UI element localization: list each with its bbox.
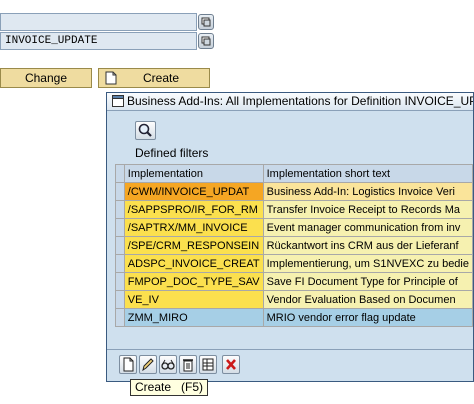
change-button-label: Change <box>24 71 68 85</box>
row-selector[interactable] <box>115 272 125 291</box>
value-help-icon[interactable] <box>198 14 214 30</box>
tooltip-text: Create (F5) <box>135 380 204 394</box>
row-selector[interactable] <box>115 182 125 201</box>
table-row[interactable]: FMPOP_DOC_TYPE_SAV Save FI Document Type… <box>115 272 474 291</box>
implementation-cell[interactable]: ZMM_MIRO <box>123 308 264 327</box>
implementations-table: Implementation Implementation short text… <box>115 164 474 327</box>
implementations-popup: Business Add-Ins: All Implementations fo… <box>106 92 474 382</box>
row-selector[interactable] <box>115 236 125 255</box>
short-text-cell[interactable]: Event manager communication from inv <box>262 218 474 237</box>
row-selector[interactable] <box>115 218 125 237</box>
implementation-cell[interactable]: FMPOP_DOC_TYPE_SAV <box>123 272 264 291</box>
short-text-cell[interactable]: Vendor Evaluation Based on Documen <box>262 290 474 309</box>
table-row[interactable]: /SAPTRX/MM_INVOICE Event manager communi… <box>115 218 474 237</box>
popup-title-bar: Business Add-Ins: All Implementations fo… <box>107 93 473 111</box>
implementation-cell[interactable]: /CWM/INVOICE_UPDAT <box>123 182 264 201</box>
first-input-field[interactable] <box>0 13 197 31</box>
column-header-short-text[interactable]: Implementation short text <box>262 164 474 183</box>
implementation-cell[interactable]: VE_IV <box>123 290 264 309</box>
popup-title: Business Add-Ins: All Implementations fo… <box>127 94 473 108</box>
row-selector[interactable] <box>115 308 125 327</box>
display-glasses-icon[interactable] <box>159 355 177 374</box>
implementation-cell[interactable]: /SPE/CRM_RESPONSEIN <box>123 236 264 255</box>
create-document-icon <box>105 71 117 90</box>
filter-magnifier-icon[interactable] <box>135 121 156 140</box>
short-text-cell[interactable]: Business Add-In: Logistics Invoice Veri <box>262 182 474 201</box>
create-tooltip: Create (F5) <box>130 379 209 396</box>
popup-toolbar <box>107 349 473 381</box>
layout-grid-icon[interactable] <box>199 355 217 374</box>
row-selector[interactable] <box>115 200 125 219</box>
row-selector[interactable] <box>115 290 125 309</box>
table-row[interactable]: /SPE/CRM_RESPONSEIN Rückantwort ins CRM … <box>115 236 474 255</box>
create-button[interactable]: Create <box>98 68 210 88</box>
short-text-cell[interactable]: Rückantwort ins CRM aus der Lieferanf <box>262 236 474 255</box>
row-selector[interactable] <box>115 254 125 273</box>
short-text-cell[interactable]: Save FI Document Type for Principle of <box>262 272 474 291</box>
table-row[interactable]: ZMM_MIRO MRIO vendor error flag update <box>115 308 474 327</box>
change-button[interactable]: Change <box>0 68 92 88</box>
table-row[interactable]: /SAPPSPRO/IR_FOR_RM Transfer Invoice Rec… <box>115 200 474 219</box>
column-header-implementation[interactable]: Implementation <box>123 164 264 183</box>
table-row[interactable]: VE_IV Vendor Evaluation Based on Documen <box>115 290 474 309</box>
delete-trash-icon[interactable] <box>179 355 197 374</box>
implementation-cell[interactable]: /SAPPSPRO/IR_FOR_RM <box>123 200 264 219</box>
table-row[interactable]: ADSPC_INVOICE_CREAT Implementierung, um … <box>115 254 474 273</box>
table-header-row: Implementation Implementation short text <box>115 164 474 183</box>
short-text-cell[interactable]: MRIO vendor error flag update <box>262 308 474 327</box>
value-help-icon[interactable] <box>198 33 214 49</box>
short-text-cell[interactable]: Transfer Invoice Receipt to Records Ma <box>262 200 474 219</box>
create-button-label: Create <box>142 71 180 85</box>
row-selector-header[interactable] <box>115 164 125 183</box>
create-document-icon[interactable] <box>119 355 137 374</box>
cancel-icon[interactable] <box>222 355 240 374</box>
implementation-cell[interactable]: /SAPTRX/MM_INVOICE <box>123 218 264 237</box>
implementation-cell[interactable]: ADSPC_INVOICE_CREAT <box>123 254 264 273</box>
defined-filters-label: Defined filters <box>135 146 209 160</box>
table-row[interactable]: /CWM/INVOICE_UPDAT Business Add-In: Logi… <box>115 182 474 201</box>
short-text-cell[interactable]: Implementierung, um S1NVEXC zu bedie <box>262 254 474 273</box>
badi-definition-field[interactable]: INVOICE_UPDATE <box>0 32 197 50</box>
popup-window-icon <box>112 95 124 110</box>
edit-pencil-icon[interactable] <box>139 355 157 374</box>
